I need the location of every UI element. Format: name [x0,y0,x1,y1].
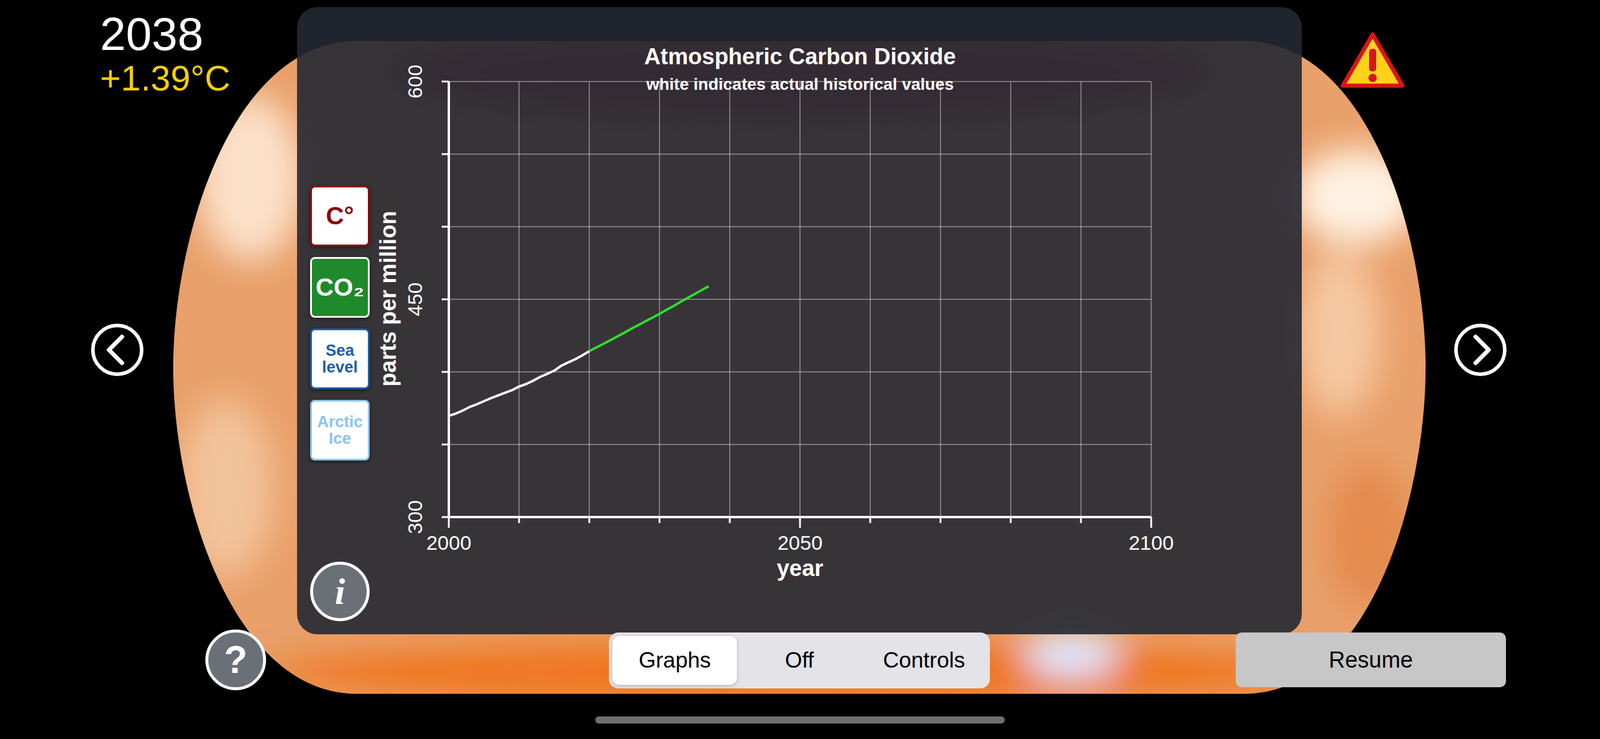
graph-selector: C° CO₂ Sea level Arctic Ice [310,185,370,461]
y-tick-label: 600 [403,64,427,99]
graph-tile[interactable]: CO₂ [310,257,370,318]
x-gridline [800,81,801,528]
chart-title: Atmospheric Carbon Dioxide [644,42,956,72]
graph-tile[interactable]: Sea level [310,328,370,390]
status-readout: 2038+1.39°C [100,10,231,97]
x-tick-label: 2050 [777,531,823,555]
x-gridline [1151,81,1152,528]
x-axis [448,516,1152,519]
co2-series-line [448,351,590,417]
x-gridline [729,81,731,524]
next-arrow-icon[interactable] [1452,322,1508,378]
view-mode-control: GraphsOffControls [608,632,990,689]
info-button[interactable]: i [310,561,370,622]
co2-series-line [589,286,709,352]
y-gridline [441,81,1152,83]
y-gridline [441,299,1152,300]
view-mode-segment[interactable]: Off [736,636,862,686]
y-axis-label: parts per million [375,210,401,387]
temperature-label: +1.39°C [100,60,231,97]
y-gridline [441,372,1152,373]
x-gridline [940,81,942,524]
y-gridline [441,226,1152,228]
y-axis [447,81,450,518]
x-tick-label: 2000 [426,531,472,555]
previous-arrow-icon[interactable] [89,322,145,378]
x-gridline [870,81,871,524]
x-gridline [589,81,590,524]
co2-chart: 300 450 600 2000 2050 2100 parts per million ye… [297,7,1302,635]
y-gridline [441,517,1152,518]
x-tick-label: 2100 [1128,531,1174,555]
x-axis-label: year [776,555,824,581]
y-tick-label: 450 [403,282,427,317]
view-mode-segment[interactable]: Graphs [612,636,737,686]
x-gridline [1010,81,1012,524]
graph-tile[interactable]: Arctic Ice [310,400,370,461]
resume-button[interactable]: Resume [1235,632,1506,688]
app-screen: 2038+1.39°C Atmospheric Carbon Dioxidewhi… [0,0,1600,739]
help-button[interactable]: ? [205,629,267,691]
y-tick-label: 300 [403,500,427,535]
graph-panel: Atmospheric Carbon Dioxidewhite indicate… [297,7,1302,635]
home-indicator [595,716,1005,724]
graph-tile[interactable]: C° [310,185,370,247]
y-gridline [441,444,1152,446]
view-mode-segment[interactable]: Controls [861,636,987,686]
y-gridline [441,154,1152,155]
x-gridline [1080,81,1082,524]
year-label: 2038 [100,10,231,58]
x-gridline [659,81,661,524]
x-gridline [448,81,450,528]
warning-icon[interactable] [1339,30,1406,91]
x-gridline [519,81,520,524]
